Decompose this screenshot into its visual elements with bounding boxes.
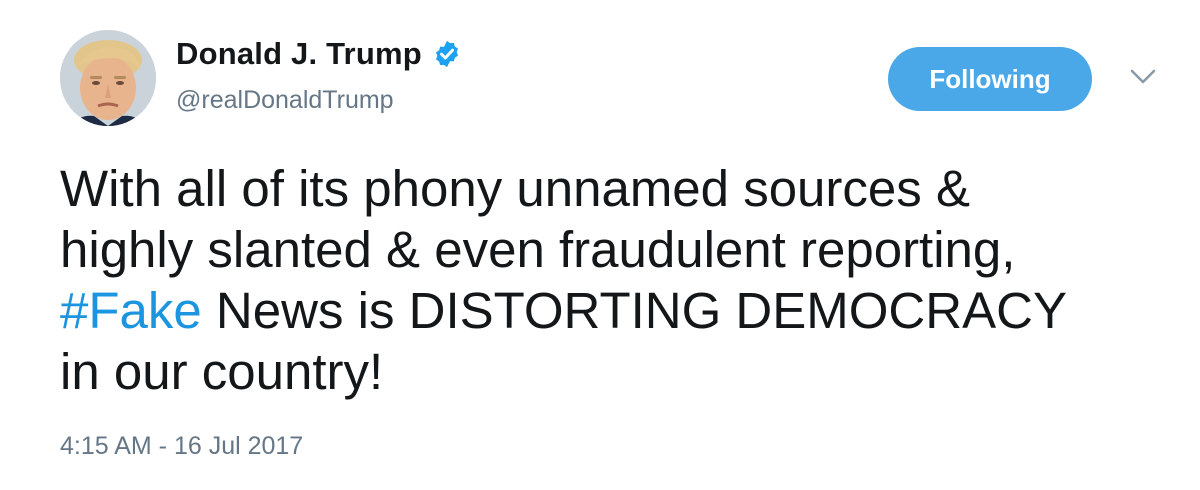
author-name-row: Donald J. Trump bbox=[176, 36, 462, 72]
tweet-text-line-3: News is DISTORTING DEMOCRACY bbox=[201, 282, 1067, 339]
following-button[interactable]: Following bbox=[888, 47, 1092, 111]
tweet-text-line-2: highly slanted & even fraudulent reporti… bbox=[60, 221, 1016, 278]
tweet-text-line-4: in our country! bbox=[60, 343, 384, 400]
chevron-down-icon[interactable] bbox=[1130, 68, 1156, 86]
avatar-image bbox=[60, 30, 156, 126]
tweet-text: With all of its phony unnamed sources & h… bbox=[60, 158, 1170, 402]
author-display-name[interactable]: Donald J. Trump bbox=[176, 36, 422, 72]
tweet-text-line-1: With all of its phony unnamed sources & bbox=[60, 160, 970, 217]
author-handle[interactable]: @realDonaldTrump bbox=[176, 86, 394, 115]
hashtag-link[interactable]: #Fake bbox=[60, 282, 202, 339]
avatar[interactable] bbox=[60, 30, 156, 126]
verified-badge-icon bbox=[435, 40, 458, 68]
tweet-timestamp[interactable]: 4:15 AM - 16 Jul 2017 bbox=[60, 432, 303, 461]
tweet-card: Donald J. Trump @realDonaldTrump Followi… bbox=[0, 0, 1200, 490]
